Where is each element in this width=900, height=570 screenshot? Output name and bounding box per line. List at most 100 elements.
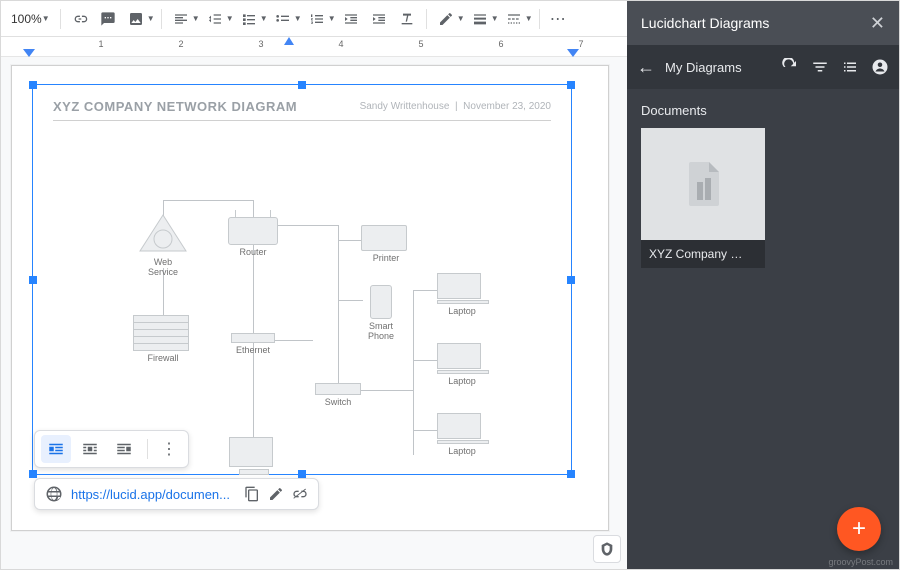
resize-handle[interactable] — [29, 81, 37, 89]
connector — [278, 225, 338, 226]
node-label: Printer — [361, 253, 411, 263]
diagram-meta: Sandy Writtenhouse | November 23, 2020 — [360, 101, 551, 112]
node-switch: Switch — [315, 383, 361, 407]
numbered-list-icon[interactable] — [304, 6, 330, 32]
resize-handle[interactable] — [298, 81, 306, 89]
refresh-icon[interactable] — [781, 58, 799, 76]
tab-marker[interactable] — [281, 37, 291, 47]
indent-decrease-icon[interactable] — [338, 6, 364, 32]
sort-icon[interactable] — [811, 58, 829, 76]
copy-link-icon[interactable] — [244, 486, 260, 502]
link-icon[interactable] — [67, 6, 93, 32]
link-url[interactable]: https://lucid.app/documen... — [71, 487, 230, 502]
wrap-break-button[interactable] — [109, 435, 139, 463]
lucidchart-sidepanel: Lucidchart Diagrams ✕ ← My Diagrams Docu… — [627, 1, 899, 569]
node-label: Firewall — [133, 353, 193, 363]
resize-handle[interactable] — [567, 81, 575, 89]
separator — [161, 9, 162, 29]
separator — [60, 9, 61, 29]
node-laptop: Laptop — [437, 413, 487, 456]
indent-increase-icon[interactable] — [366, 6, 392, 32]
back-icon[interactable]: ← — [637, 57, 655, 78]
connector — [413, 360, 438, 361]
wrap-inline-button[interactable] — [41, 435, 71, 463]
pen-color-icon[interactable] — [433, 6, 459, 32]
node-label: Router — [228, 247, 278, 257]
separator — [426, 9, 427, 29]
connector — [413, 290, 438, 291]
watermark: groovyPost.com — [828, 557, 893, 567]
node-printer: Printer — [361, 225, 411, 263]
diagram-title: XYZ COMPANY NETWORK DIAGRAM — [53, 99, 297, 114]
node-label: Switch — [315, 397, 361, 407]
unlink-icon[interactable] — [292, 486, 308, 502]
date: November 23, 2020 — [463, 101, 551, 112]
thumbnail-label: XYZ Company … — [641, 240, 765, 268]
clear-format-icon[interactable] — [394, 6, 420, 32]
node-firewall: Firewall — [133, 315, 193, 363]
author: Sandy Writtenhouse — [360, 101, 450, 112]
list-view-icon[interactable] — [841, 58, 859, 76]
ruler-mark: 7 — [578, 39, 583, 49]
section-heading: Documents — [641, 103, 885, 118]
ruler-mark: 1 — [98, 39, 103, 49]
account-icon[interactable] — [871, 58, 889, 76]
image-icon[interactable] — [123, 6, 149, 32]
node-label: Laptop — [437, 446, 487, 456]
caret-down-icon: ▼ — [147, 14, 155, 23]
checklist-icon[interactable] — [236, 6, 262, 32]
align-icon[interactable] — [168, 6, 194, 32]
new-diagram-fab[interactable]: + — [837, 507, 881, 551]
ruler-mark: 2 — [178, 39, 183, 49]
connector — [338, 300, 363, 301]
left-indent-marker[interactable] — [23, 49, 35, 57]
node-router: Router — [228, 217, 278, 257]
more-icon[interactable]: ⋯ — [546, 6, 572, 32]
comment-icon[interactable] — [95, 6, 121, 32]
separator — [539, 9, 540, 29]
horizontal-ruler[interactable]: 1 2 3 4 5 6 7 — [1, 37, 627, 57]
document-editor: 100% ▼ ▼ ▼ ▼ ▼ — [1, 1, 627, 569]
caret-down-icon: ▼ — [491, 14, 499, 23]
document-canvas[interactable]: XYZ COMPANY NETWORK DIAGRAM Sandy Writte… — [1, 57, 627, 569]
wrap-text-button[interactable] — [75, 435, 105, 463]
ruler-mark: 4 — [338, 39, 343, 49]
zoom-dropdown[interactable]: 100% ▼ — [7, 10, 54, 28]
caret-down-icon: ▼ — [294, 14, 302, 23]
link-toolbar: https://lucid.app/documen... — [34, 478, 319, 510]
diagram-thumbnail[interactable]: XYZ Company … — [641, 128, 765, 268]
sidepanel-subheader: ← My Diagrams — [627, 45, 899, 89]
zoom-value: 100% — [11, 12, 42, 26]
ruler-mark: 5 — [418, 39, 423, 49]
diagram-header: XYZ COMPANY NETWORK DIAGRAM Sandy Writte… — [53, 99, 551, 121]
node-label: Laptop — [437, 306, 487, 316]
more-options-button[interactable]: ⋮ — [156, 435, 182, 463]
image-wrap-toolbar: ⋮ — [34, 430, 189, 468]
separator — [147, 439, 148, 459]
node-label: Web Service — [138, 257, 188, 277]
close-icon[interactable]: ✕ — [870, 13, 885, 34]
border-style-icon[interactable] — [501, 6, 527, 32]
edit-link-icon[interactable] — [268, 486, 284, 502]
ruler-mark: 6 — [498, 39, 503, 49]
sidepanel-title: Lucidchart Diagrams — [641, 15, 769, 31]
connector — [413, 430, 438, 431]
selected-object[interactable]: XYZ COMPANY NETWORK DIAGRAM Sandy Writte… — [32, 84, 572, 475]
breadcrumb: My Diagrams — [665, 60, 742, 75]
caret-down-icon: ▼ — [525, 14, 533, 23]
node-laptop: Laptop — [437, 273, 487, 316]
explore-button[interactable] — [593, 535, 621, 563]
line-spacing-icon[interactable] — [202, 6, 228, 32]
connector — [338, 225, 339, 390]
node-label: Smart Phone — [361, 321, 401, 341]
node-laptop: Laptop — [437, 343, 487, 386]
border-weight-icon[interactable] — [467, 6, 493, 32]
caret-down-icon: ▼ — [226, 14, 234, 23]
thumbnail-preview — [641, 128, 765, 240]
bulleted-list-icon[interactable] — [270, 6, 296, 32]
caret-down-icon: ▼ — [328, 14, 336, 23]
ruler-mark: 3 — [258, 39, 263, 49]
sidepanel-body: Documents XYZ Company … — [627, 89, 899, 569]
network-diagram: Web Service Router Printer — [33, 125, 571, 474]
right-indent-marker[interactable] — [567, 49, 579, 57]
